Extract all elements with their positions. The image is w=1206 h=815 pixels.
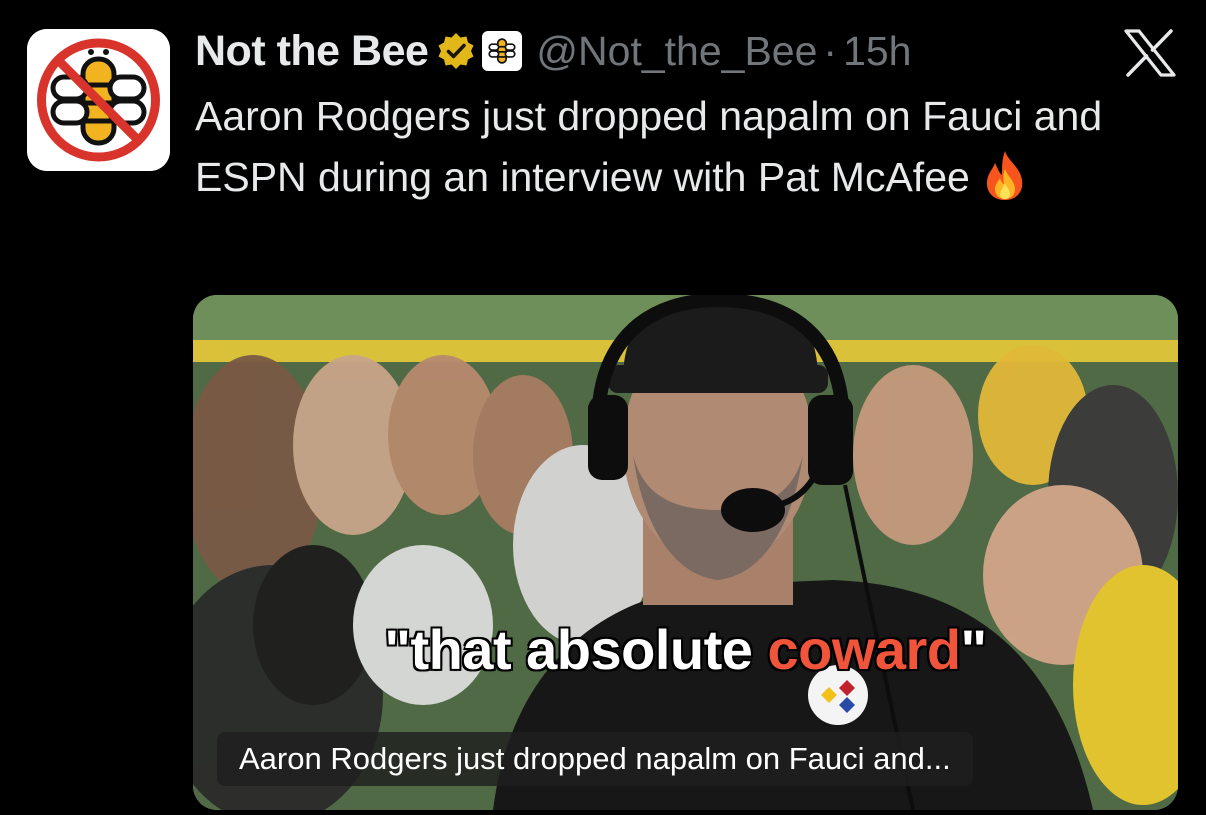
quote-highlight: coward bbox=[767, 618, 961, 681]
account-avatar[interactable] bbox=[27, 29, 170, 171]
handle[interactable]: @Not_the_Bee bbox=[536, 28, 817, 75]
video-quote-overlay: "that absolute coward" bbox=[193, 617, 1178, 682]
media-caption-text: Aaron Rodgers just dropped napalm on Fau… bbox=[239, 741, 951, 776]
x-logo-icon bbox=[1124, 29, 1176, 77]
tweet-text: Aaron Rodgers just dropped napalm on Fau… bbox=[195, 86, 1185, 208]
timestamp[interactable]: 15h bbox=[843, 28, 911, 75]
media-video-card[interactable]: "that absolute coward" Aaron Rodgers jus… bbox=[193, 295, 1178, 810]
gold-verified-icon bbox=[438, 33, 474, 69]
tweet-body: Aaron Rodgers just dropped napalm on Fau… bbox=[195, 93, 1103, 200]
media-caption: Aaron Rodgers just dropped napalm on Fau… bbox=[217, 732, 973, 786]
not-the-bee-logo-icon bbox=[27, 29, 170, 171]
bee-logo-icon[interactable] bbox=[482, 31, 523, 71]
fire-emoji bbox=[986, 151, 1023, 200]
display-name[interactable]: Not the Bee bbox=[195, 27, 429, 76]
tweet-header: Not the Bee @Not_the_Bee · 15h bbox=[195, 22, 911, 80]
quote-text: "that absolute bbox=[384, 618, 768, 681]
separator-dot: · bbox=[823, 27, 838, 74]
quote-close: " bbox=[960, 618, 988, 681]
